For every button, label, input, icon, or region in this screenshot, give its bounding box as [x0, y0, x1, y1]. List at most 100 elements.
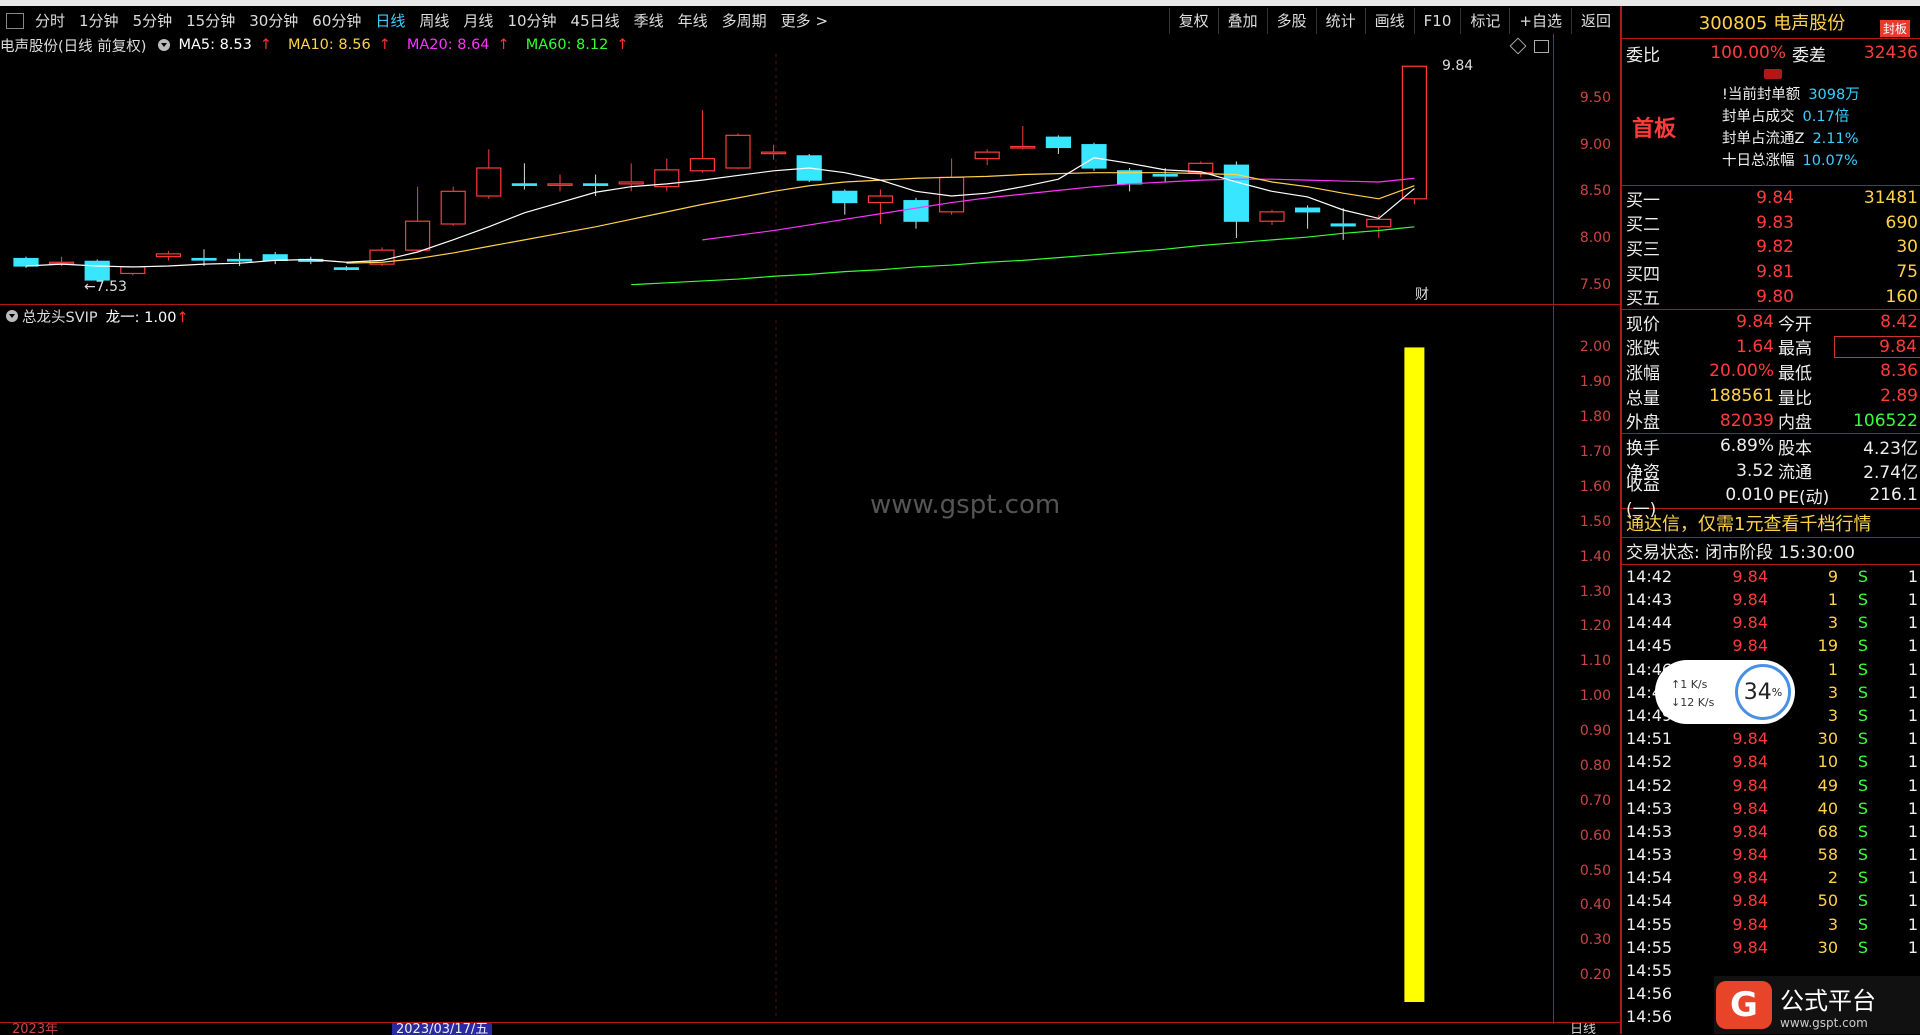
collapse-icon[interactable]	[158, 39, 171, 51]
tick-s: S	[1857, 891, 1869, 911]
finance-marker[interactable]: 财	[1415, 284, 1429, 304]
toolbar-action-button[interactable]: 返回	[1570, 8, 1620, 34]
toolbar-action-button[interactable]: 多股	[1266, 8, 1316, 34]
logo-url: www.gspt.com	[1780, 1015, 1868, 1030]
bid-book: 买一 9.84 31481 买二 9.83 690 买三 9.82 30 买四 9.81 75 买五 9.…	[1622, 185, 1920, 309]
candle-body	[1294, 207, 1321, 213]
period-tab[interactable]: 分时	[28, 8, 72, 34]
tick-v: 30	[1817, 937, 1838, 957]
candle	[227, 252, 253, 266]
tick-t: 14:43	[1626, 590, 1673, 609]
network-speed-widget[interactable]: ↑1 K/s ↓12 K/s 34%	[1655, 660, 1795, 724]
period-tab[interactable]: 60分钟	[305, 8, 368, 34]
tick-n: 1	[1907, 914, 1918, 934]
upgrade-notice[interactable]: 通达信，仅需1元查看千档行情	[1622, 507, 1920, 537]
kline-chart[interactable]: 电声股份(日线 前复权) MA5: 8.53 ↑ MA10: 8.56 ↑ MA20…	[0, 34, 1620, 304]
tick-v: 30	[1817, 729, 1838, 749]
candle	[832, 189, 858, 215]
seal-stat-value: 10.07%	[1802, 153, 1858, 169]
tick-v: 19	[1817, 636, 1838, 656]
candle-body	[1259, 211, 1285, 222]
price-axis-tick: 8.50	[1579, 183, 1611, 200]
sub-axis-tick: 0.50	[1579, 862, 1611, 879]
candle	[1330, 208, 1356, 240]
bid-row[interactable]: 买三 9.82 30	[1622, 235, 1920, 260]
sub-axis-tick: 0.90	[1579, 723, 1611, 740]
toolbar-action-button[interactable]: 复权	[1168, 8, 1218, 34]
toolbar-action-button[interactable]: 画线	[1364, 8, 1414, 34]
period-tab[interactable]: 周线	[412, 8, 456, 34]
bid-row[interactable]: 买四 9.81 75	[1622, 260, 1920, 285]
tick-s: S	[1857, 705, 1869, 725]
sub-axis-tick: 0.30	[1579, 932, 1611, 949]
tick-row: 14:43 9.84 1 S 1	[1622, 588, 1920, 611]
toolbar-action-button[interactable]: F10	[1413, 8, 1461, 34]
first-board-label: 首板	[1632, 117, 1677, 142]
tick-t: 14:42	[1626, 566, 1673, 586]
period-tab[interactable]: 1分钟	[72, 8, 126, 34]
candle-body	[582, 183, 609, 186]
candle-body	[1223, 164, 1250, 222]
chart-divider	[0, 304, 1620, 305]
period-tab[interactable]: 15分钟	[179, 8, 242, 34]
sub-axis-tick: 0.40	[1579, 897, 1611, 914]
period-tab[interactable]: 多周期	[715, 8, 774, 34]
date-axis-period: 日线	[1570, 1022, 1597, 1035]
candle-body	[974, 151, 1000, 160]
sub-axis-tick: 1.00	[1579, 688, 1611, 705]
candle-body	[689, 158, 716, 172]
tick-n: 1	[1907, 845, 1918, 865]
bid-price: 9.83	[1756, 212, 1794, 233]
toolbar-action-button[interactable]: 叠加	[1217, 8, 1267, 34]
period-tab[interactable]: 更多 >	[774, 8, 835, 34]
tick-v: 9	[1827, 566, 1838, 586]
logo-mark-icon: G	[1716, 981, 1772, 1029]
bid-row[interactable]: 买五 9.80 160	[1622, 284, 1920, 310]
kline-svg[interactable]	[0, 34, 1553, 304]
quote-value: 1.64	[1736, 336, 1774, 357]
price-axis-tick: 7.50	[1579, 276, 1611, 293]
stock-title[interactable]: 300805 电声股份 封板	[1622, 6, 1920, 38]
expand-icon[interactable]	[1764, 69, 1782, 79]
ma60-line	[631, 226, 1415, 286]
bid-row[interactable]: 买二 9.83 690	[1622, 211, 1920, 236]
tick-n: 1	[1907, 821, 1918, 841]
period-tab[interactable]: 10分钟	[500, 8, 563, 34]
toolbar-action-button[interactable]: 标记	[1460, 8, 1509, 34]
trade-status-text: 交易状态: 闭市阶段 15:30:00	[1626, 543, 1855, 564]
period-tab[interactable]: 45日线	[564, 8, 627, 34]
sub-axis-tick: 0.80	[1579, 757, 1611, 774]
period-tab[interactable]: 30分钟	[242, 8, 305, 34]
tick-row: 14:45 9.84 19 S 1	[1622, 634, 1920, 657]
quote-value: 2.89	[1880, 386, 1918, 407]
bid-volume: 75	[1896, 262, 1918, 283]
period-tab[interactable]: 5分钟	[126, 8, 180, 34]
sub-indicator-svg[interactable]	[0, 320, 1553, 1020]
bid-row[interactable]: 买一 9.84 31481	[1622, 186, 1920, 211]
period-tab[interactable]: 年线	[671, 8, 715, 34]
tick-t: 14:52	[1626, 752, 1673, 772]
toolbar-action-button[interactable]: 统计	[1315, 8, 1365, 34]
toolbar-action-button[interactable]: +自选	[1509, 8, 1571, 34]
tick-s: S	[1857, 682, 1869, 702]
tick-list[interactable]: 14:42 9.84 9 S 1 14:43 9.84 1 S 1 14:44 9.84 3 S 1 14:4…	[1622, 563, 1920, 1029]
seal-stat-row: 封单占流通Z 2.11%	[1722, 127, 1859, 148]
candle	[689, 110, 716, 173]
tick-n: 1	[1907, 868, 1918, 888]
quote-value: 3.52	[1736, 460, 1774, 481]
chart-window-icon[interactable]	[1534, 40, 1549, 53]
tick-n: 1	[1907, 891, 1918, 911]
candle-body	[191, 257, 217, 261]
tick-p: 9.84	[1732, 868, 1768, 888]
bid-level-label: 买五	[1626, 289, 1660, 310]
quote-value: 8.42	[1880, 312, 1918, 333]
seal-stat-row: 十日总涨幅 10.07%	[1722, 149, 1858, 170]
period-tab[interactable]: 日线	[368, 8, 412, 34]
period-tab[interactable]: 月线	[456, 8, 500, 34]
bid-level-label: 买四	[1626, 264, 1660, 285]
panel-toggle-icon[interactable]	[6, 13, 24, 29]
signal-bar	[1404, 347, 1425, 1002]
period-tab[interactable]: 季线	[627, 8, 671, 34]
candle	[13, 256, 39, 268]
candle-body	[1330, 223, 1356, 227]
